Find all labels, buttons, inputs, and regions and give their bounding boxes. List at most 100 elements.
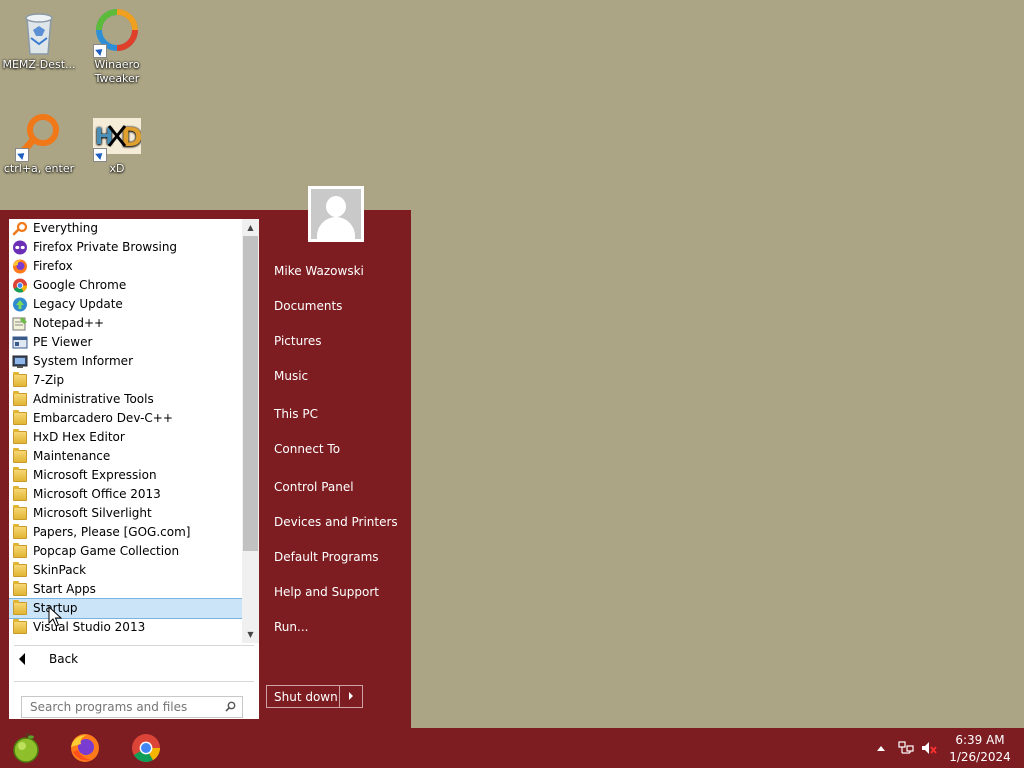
search-icon[interactable] <box>225 701 236 712</box>
notepadpp-icon <box>12 316 28 331</box>
desktop-icon-xd[interactable]: H D xD <box>78 112 156 176</box>
program-item-firefox-private[interactable]: Firefox Private Browsing <box>9 238 242 257</box>
program-label: Firefox Private Browsing <box>33 240 178 254</box>
program-label: System Informer <box>33 354 134 368</box>
everything-search-icon <box>15 112 63 162</box>
shortcut-arrow-icon <box>15 148 29 162</box>
program-label: Start Apps <box>33 582 96 596</box>
start-orb-icon[interactable] <box>10 732 42 764</box>
folder-icon <box>13 391 27 406</box>
show-hidden-icons-arrow-icon[interactable] <box>877 746 885 751</box>
program-folder-papers-please[interactable]: Papers, Please [GOG.com] <box>9 523 242 542</box>
folder-icon <box>13 543 27 558</box>
start-right-item-this-pc[interactable]: This PC <box>274 407 318 421</box>
taskbar-chrome-icon[interactable] <box>130 732 162 764</box>
program-folder-silverlight[interactable]: Microsoft Silverlight <box>9 504 242 523</box>
start-right-item-run[interactable]: Run... <box>274 620 308 634</box>
program-label: Notepad++ <box>33 316 105 330</box>
start-right-item-control-panel[interactable]: Control Panel <box>274 480 354 494</box>
user-avatar[interactable] <box>308 186 364 242</box>
volume-muted-icon[interactable] <box>921 741 937 755</box>
desktop-icon-label: ctrl+a, enter <box>3 162 75 175</box>
divider <box>339 686 340 707</box>
folder-icon <box>13 505 27 520</box>
scroll-down-arrow-icon[interactable]: ▼ <box>242 626 259 643</box>
pe-viewer-icon <box>12 335 28 350</box>
program-label: SkinPack <box>33 563 87 577</box>
start-right-item-user[interactable]: Mike Wazowski <box>274 264 364 278</box>
scrollbar-thumb[interactable] <box>243 236 258 551</box>
program-label: Firefox <box>33 259 73 273</box>
desktop-icon-label: xD <box>109 162 125 175</box>
search-box[interactable] <box>21 696 243 718</box>
folder-icon <box>13 448 27 463</box>
start-right-item-default-programs[interactable]: Default Programs <box>274 550 379 564</box>
start-right-item-pictures[interactable]: Pictures <box>274 334 322 348</box>
program-item-pe-viewer[interactable]: PE Viewer <box>9 333 242 352</box>
folder-icon <box>13 486 27 501</box>
program-item-everything[interactable]: Everything <box>9 219 242 238</box>
shortcut-arrow-icon <box>93 44 107 58</box>
program-item-system-informer[interactable]: System Informer <box>9 352 242 371</box>
program-label: Popcap Game Collection <box>33 544 180 558</box>
legacy-update-icon <box>12 297 28 312</box>
firefox-private-icon <box>12 240 28 255</box>
start-right-item-devices-and-printers[interactable]: Devices and Printers <box>274 515 398 529</box>
shutdown-button[interactable]: Shut down <box>266 685 363 708</box>
desktop-icon-memz[interactable]: MEMZ-Dest... <box>0 8 78 72</box>
program-label: Microsoft Silverlight <box>33 506 152 520</box>
folder-icon <box>13 467 27 482</box>
program-folder-administrative-tools[interactable]: Administrative Tools <box>9 390 242 409</box>
program-label: HxD Hex Editor <box>33 430 125 444</box>
shutdown-label: Shut down <box>274 690 338 704</box>
program-folder-popcap[interactable]: Popcap Game Collection <box>9 542 242 561</box>
search-input[interactable] <box>22 697 218 717</box>
folder-icon <box>13 372 27 387</box>
program-label: Embarcadero Dev-C++ <box>33 411 173 425</box>
program-item-google-chrome[interactable]: Google Chrome <box>9 276 242 295</box>
program-item-legacy-update[interactable]: Legacy Update <box>9 295 242 314</box>
all-programs-list: Everything Firefox Private Browsing Fire… <box>9 219 242 643</box>
folder-icon <box>13 600 27 615</box>
start-menu-programs-pane: Everything Firefox Private Browsing Fire… <box>9 219 259 719</box>
program-folder-embarcadero[interactable]: Embarcadero Dev-C++ <box>9 409 242 428</box>
program-item-firefox[interactable]: Firefox <box>9 257 242 276</box>
program-folder-visual-studio-2013[interactable]: Visual Studio 2013 <box>9 618 242 637</box>
taskbar-firefox-icon[interactable] <box>69 732 101 764</box>
program-folder-start-apps[interactable]: Start Apps <box>9 580 242 599</box>
start-right-item-music[interactable]: Music <box>274 369 308 383</box>
program-folder-skinpack[interactable]: SkinPack <box>9 561 242 580</box>
user-icon <box>311 189 361 239</box>
desktop-icon-label: MEMZ-Dest... <box>2 58 76 71</box>
program-folder-7zip[interactable]: 7-Zip <box>9 371 242 390</box>
program-label: Microsoft Expression <box>33 468 157 482</box>
program-folder-hxd[interactable]: HxD Hex Editor <box>9 428 242 447</box>
program-label: Google Chrome <box>33 278 127 292</box>
program-folder-office-2013[interactable]: Microsoft Office 2013 <box>9 485 242 504</box>
clock-date[interactable]: 1/26/2024 <box>946 750 1014 764</box>
desktop-icon-label: Winaero Tweaker <box>94 58 140 85</box>
program-label: Legacy Update <box>33 297 123 311</box>
desktop-icon-ctrl-a-enter[interactable]: ctrl+a, enter <box>0 112 78 176</box>
start-right-item-documents[interactable]: Documents <box>274 299 342 313</box>
start-menu: Everything Firefox Private Browsing Fire… <box>0 186 411 728</box>
start-right-item-help-and-support[interactable]: Help and Support <box>274 585 379 599</box>
desktop-icon-winaero[interactable]: Winaero Tweaker <box>78 8 156 86</box>
programs-scrollbar[interactable]: ▲ ▼ <box>242 219 259 643</box>
network-icon[interactable] <box>898 741 914 755</box>
everything-icon <box>12 221 28 236</box>
program-item-notepadpp[interactable]: Notepad++ <box>9 314 242 333</box>
mouse-cursor-icon <box>48 605 63 628</box>
back-button[interactable]: Back <box>9 648 242 670</box>
folder-icon <box>13 562 27 577</box>
scroll-up-arrow-icon[interactable]: ▲ <box>242 219 259 236</box>
program-folder-maintenance[interactable]: Maintenance <box>9 447 242 466</box>
clock-time[interactable]: 6:39 AM <box>950 733 1010 747</box>
program-label: PE Viewer <box>33 335 93 349</box>
program-folder-startup[interactable]: Startup <box>9 598 242 619</box>
shutdown-options-arrow-icon[interactable] <box>349 692 353 700</box>
start-right-item-connect-to[interactable]: Connect To <box>274 442 340 456</box>
chrome-icon <box>12 278 28 293</box>
shortcut-arrow-icon <box>93 148 107 162</box>
program-folder-microsoft-expression[interactable]: Microsoft Expression <box>9 466 242 485</box>
